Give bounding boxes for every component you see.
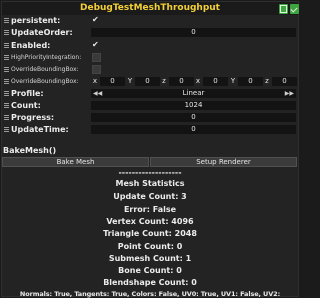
min-x-input[interactable]: 0: [100, 77, 125, 86]
previous-icon[interactable]: ◀◀: [93, 89, 102, 98]
profile-value: Linear: [182, 89, 205, 97]
window-title: DebugTestMeshThroughput: [80, 3, 220, 13]
axis-x-label: x: [195, 77, 201, 85]
stat-submesh-count: Submesh Count: 1: [108, 254, 192, 263]
high-priority-checkbox[interactable]: [92, 53, 101, 62]
min-z-input[interactable]: 0: [169, 77, 194, 86]
field-label: Enabled:: [11, 41, 51, 50]
enabled-checkbox[interactable]: ✔: [92, 41, 100, 49]
persistent-checkbox[interactable]: ✔: [92, 16, 100, 24]
field-label: OverrideBoundingBox:: [11, 78, 79, 85]
update-time-input[interactable]: 0: [91, 125, 296, 134]
axis-z-label: z: [162, 77, 166, 85]
stat-triangle-count: Triangle Count: 2048: [103, 229, 197, 238]
min-y-input[interactable]: 0: [135, 77, 160, 86]
stat-bone-count: Bone Count: 0: [118, 266, 182, 275]
max-z-input[interactable]: 0: [272, 77, 297, 86]
drag-handle-icon[interactable]: [4, 43, 9, 49]
axis-x-label: x: [92, 77, 98, 85]
title-bar: DebugTestMeshThroughput: [2, 2, 299, 15]
stat-normals-line-1: Normals: True, Tangents: True, Colors: F…: [19, 290, 281, 298]
stat-vertex-count: Vertex Count: 4096: [106, 217, 194, 226]
field-override-bounding-box: OverrideBoundingBox:: [0, 64, 300, 75]
drag-handle-icon[interactable]: [4, 115, 9, 121]
pin-icon[interactable]: [290, 4, 299, 14]
count-input[interactable]: 1024: [91, 101, 296, 110]
axis-y-label: Y: [127, 77, 133, 85]
stat-error: Error: False: [123, 205, 177, 214]
axis-z-label: z: [265, 77, 269, 85]
field-label: persistent:: [11, 16, 61, 25]
field-count: Count: 1024: [0, 100, 300, 111]
max-x-input[interactable]: 0: [203, 77, 228, 86]
field-profile: Profile: ◀◀ Linear ▶▶: [0, 88, 300, 99]
field-override-bounding-box-bounds: OverrideBoundingBox: x 0 Y 0 z 0 x 0 Y 0…: [0, 76, 300, 87]
update-order-input[interactable]: 0: [91, 28, 296, 37]
drag-handle-icon[interactable]: [4, 30, 9, 36]
field-update-order: UpdateOrder: 0: [0, 27, 300, 38]
stat-update-count: Update Count: 3: [113, 192, 187, 201]
setup-renderer-button[interactable]: Setup Renderer: [150, 157, 297, 167]
stats-heading: Mesh Statistics: [115, 179, 185, 188]
field-update-time: UpdateTime: 0: [0, 124, 300, 135]
bake-mesh-method-label: BakeMesh(): [3, 146, 57, 155]
field-persistent: persistent: ✔: [0, 15, 300, 26]
profile-enum-selector[interactable]: ◀◀ Linear ▶▶: [91, 89, 296, 98]
stat-point-count: Point Count: 0: [117, 242, 183, 251]
next-icon[interactable]: ▶▶: [285, 89, 294, 98]
drag-handle-icon[interactable]: [4, 55, 9, 61]
field-label: UpdateTime:: [11, 125, 69, 134]
drag-handle-icon[interactable]: [4, 79, 9, 85]
field-label: UpdateOrder:: [11, 28, 73, 37]
stat-blendshape-count: Blendshape Count: 0: [103, 278, 197, 287]
drag-handle-icon[interactable]: [4, 127, 9, 133]
field-label: Count:: [11, 101, 41, 110]
drag-handle-icon[interactable]: [4, 18, 9, 24]
axis-y-label: Y: [230, 77, 236, 85]
field-label: Profile:: [11, 89, 44, 98]
drag-handle-icon[interactable]: [4, 91, 9, 97]
field-enabled: Enabled: ✔: [0, 40, 300, 51]
progress-input[interactable]: 0: [91, 113, 296, 122]
drag-handle-icon[interactable]: [4, 67, 9, 73]
stats-divider: -------------------: [118, 168, 182, 177]
duplicate-icon[interactable]: [279, 4, 288, 14]
max-y-input[interactable]: 0: [238, 77, 263, 86]
override-bbox-checkbox[interactable]: [92, 65, 101, 74]
field-label: HighPriorityIntegration:: [11, 54, 82, 61]
field-label: OverrideBoundingBox:: [11, 66, 79, 73]
field-label: Progress:: [11, 113, 55, 122]
field-high-priority-integration: HighPriorityIntegration:: [0, 52, 300, 63]
bake-mesh-button[interactable]: Bake Mesh: [2, 157, 149, 167]
drag-handle-icon[interactable]: [4, 103, 9, 109]
field-progress: Progress: 0: [0, 112, 300, 123]
